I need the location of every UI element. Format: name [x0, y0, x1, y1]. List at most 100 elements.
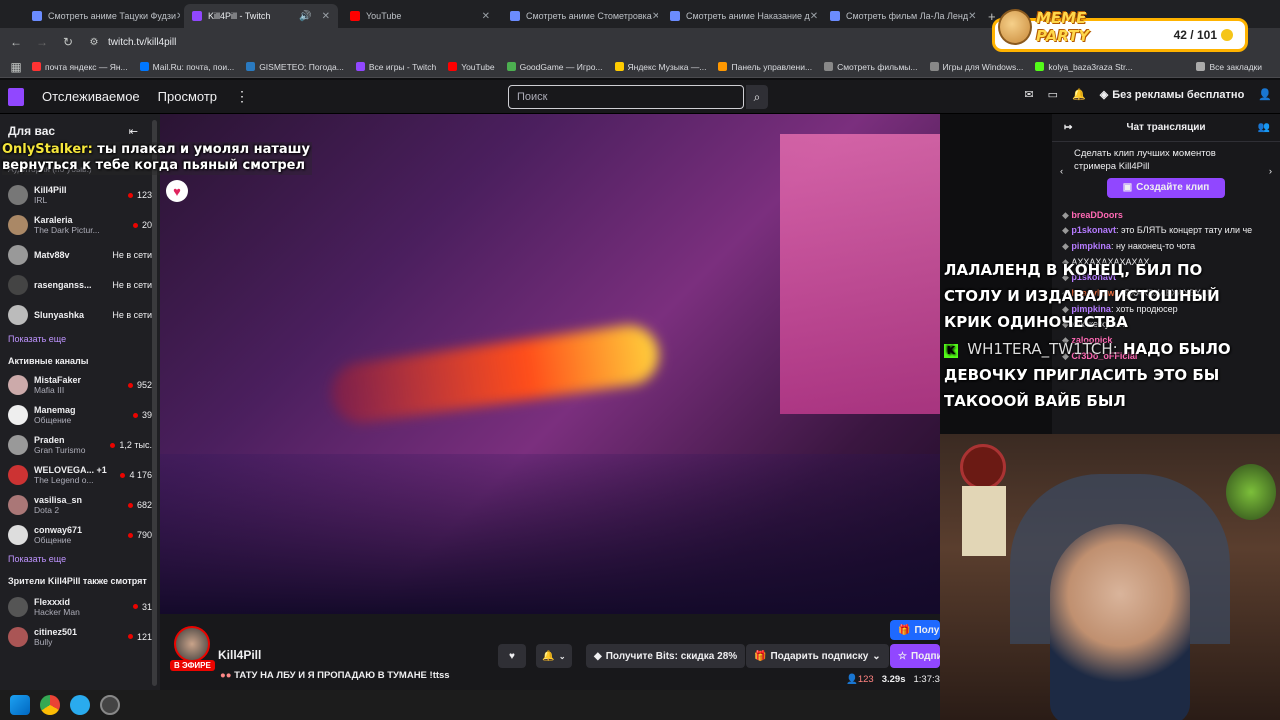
- bookmark-item[interactable]: kolya_baza3raza Str...: [1035, 62, 1132, 72]
- streamer-figure: [1050, 524, 1190, 720]
- skull-medal-icon: [1226, 464, 1276, 520]
- bookmark-item[interactable]: GoodGame — Игро...: [506, 62, 603, 72]
- get-button[interactable]: 🎁 Полу: [890, 620, 940, 640]
- browser-tab[interactable]: YouTube ✕: [342, 4, 498, 28]
- site-info-icon[interactable]: ⚙: [84, 37, 104, 48]
- collapse-chat-icon[interactable]: ↦: [1064, 122, 1072, 133]
- gift-sub-button[interactable]: 🎁 Подарить подписку ⌄: [746, 644, 889, 668]
- channel-info: citinez501 Bully: [34, 627, 128, 647]
- live-badge: В ЭФИРЕ: [170, 660, 215, 671]
- arrow-left-icon[interactable]: ‹: [1060, 166, 1063, 179]
- show-more-link[interactable]: Показать еще: [0, 330, 160, 348]
- channel-item[interactable]: MistaFaker Mafia III 952: [0, 370, 160, 400]
- bookmark-favicon: [246, 62, 256, 71]
- close-tab-icon[interactable]: ✕: [810, 11, 818, 22]
- bits-button[interactable]: ◆ Получите Bits: скидка 28%: [586, 644, 746, 668]
- crowd: [160, 454, 940, 614]
- channel-item[interactable]: vasilisa_sn Dota 2 682: [0, 490, 160, 520]
- bookmark-item[interactable]: Mail.Ru: почта, пои...: [139, 62, 234, 72]
- twitch-logo-icon[interactable]: [8, 87, 24, 106]
- kick-icon: K: [944, 344, 958, 359]
- bookmark-item[interactable]: Смотреть фильмы...: [824, 62, 918, 72]
- back-icon[interactable]: ←: [6, 35, 26, 49]
- chat-username[interactable]: breaDDoors: [1071, 210, 1123, 220]
- channel-name: Karaleria: [34, 215, 73, 225]
- collapse-sidebar-icon[interactable]: ⇤: [129, 125, 138, 138]
- create-clip-button[interactable]: ▣ Создайте клип: [1107, 177, 1225, 198]
- channel-avatar: [8, 465, 28, 485]
- viewer-count-text: 952: [136, 380, 152, 390]
- channel-item[interactable]: Flexxxid Hacker Man 31: [0, 592, 160, 622]
- channel-info: WELOVEGA... +1 The Legend o...: [34, 465, 120, 485]
- users-icon[interactable]: 👥: [1258, 122, 1270, 133]
- forward-icon[interactable]: →: [32, 35, 52, 49]
- search-input[interactable]: Поиск: [508, 85, 744, 109]
- channel-item[interactable]: Slunyashka Не в сети: [0, 300, 160, 330]
- tab-favicon: [830, 11, 840, 21]
- channel-item[interactable]: Kill4Pill IRL 123: [0, 180, 160, 210]
- speaker-icon[interactable]: 🔊: [299, 11, 311, 22]
- no-ads-button[interactable]: ◈ Без рекламы бесплатно: [1100, 88, 1245, 102]
- channel-item[interactable]: Matv88v Не в сети: [0, 240, 160, 270]
- streamer-name[interactable]: Kill4Pill: [218, 648, 261, 662]
- bookmark-item[interactable]: YouTube: [448, 62, 495, 72]
- bookmark-item[interactable]: Все игры - Twitch: [355, 62, 436, 72]
- close-tab-icon[interactable]: ✕: [482, 11, 490, 22]
- live-dot-icon: [132, 222, 138, 228]
- windows-start-icon[interactable]: [10, 695, 30, 715]
- channel-item[interactable]: rasenganss... Не в сети: [0, 270, 160, 300]
- donation-user: OnlyStalker:: [2, 142, 93, 157]
- streamer-avatar[interactable]: [174, 626, 210, 662]
- chat-text: ну наконец-то чота: [1115, 241, 1196, 251]
- close-tab-icon[interactable]: ✕: [968, 11, 976, 22]
- bookmark-item[interactable]: Панель управлени...: [718, 62, 812, 72]
- close-tab-icon[interactable]: ✕: [652, 11, 658, 22]
- whispers-icon[interactable]: ▭: [1048, 88, 1058, 101]
- show-more-link[interactable]: Показать еще: [0, 550, 160, 568]
- search-icon[interactable]: ⌕: [746, 85, 768, 109]
- nav-following[interactable]: Отслеживаемое: [42, 89, 140, 104]
- follow-heart-button[interactable]: ♥: [498, 644, 526, 668]
- apps-icon[interactable]: ▦: [6, 60, 26, 74]
- channel-name: Flexxxid: [34, 596, 71, 607]
- channel-item[interactable]: WELOVEGA... +1 The Legend o... 4 176: [0, 460, 160, 490]
- browser-tab[interactable]: Смотреть фильм Ла-Ла Ленд ✕: [822, 4, 978, 28]
- close-tab-icon[interactable]: ✕: [176, 11, 180, 22]
- bookmark-item[interactable]: GISMETEO: Погода...: [246, 62, 344, 72]
- notifications-icon[interactable]: 🔔: [1072, 88, 1086, 101]
- inbox-icon[interactable]: ✉: [1024, 88, 1033, 101]
- sidebar-scrollbar[interactable]: [152, 120, 157, 686]
- chat-username[interactable]: p1skonavt: [1071, 225, 1116, 235]
- reload-icon[interactable]: ↻: [58, 35, 78, 49]
- channel-item[interactable]: Karaleria The Dark Pictur... 20: [0, 210, 160, 240]
- browser-tab[interactable]: Смотреть аниме Стометровка ✕: [502, 4, 658, 28]
- channel-name: MistaFaker: [34, 375, 82, 385]
- channel-item[interactable]: citinez501 Bully 121: [0, 622, 160, 652]
- subscribe-button[interactable]: ☆ Подпи: [890, 644, 940, 668]
- bookmark-item[interactable]: Игры для Windows...: [929, 62, 1023, 72]
- channel-item[interactable]: Manemag Общение 39: [0, 400, 160, 430]
- browser-tab-active[interactable]: Kill4Pill - Twitch 🔊 ✕: [184, 4, 338, 28]
- browser-tab[interactable]: Смотреть аниме Наказание д ✕: [662, 4, 818, 28]
- browser-tab[interactable]: Смотреть аниме Тацуки Фудзи✕: [24, 4, 180, 28]
- chat-username[interactable]: pimpkina: [1071, 241, 1111, 251]
- viewer-count: 1,2 тыс.: [110, 440, 152, 450]
- app-icon[interactable]: [100, 695, 120, 715]
- nav-browse[interactable]: Просмотр: [158, 89, 217, 104]
- bookmark-item[interactable]: Яндекс Музыка —...: [614, 62, 706, 72]
- telegram-icon[interactable]: [70, 695, 90, 715]
- close-tab-icon[interactable]: ✕: [322, 11, 330, 22]
- user-avatar[interactable]: 👤: [1258, 88, 1272, 101]
- more-menu-icon[interactable]: ⋮: [235, 88, 249, 105]
- all-bookmarks[interactable]: Все закладки: [1196, 62, 1262, 72]
- bookmark-item[interactable]: почта яндекс — Ян...: [32, 62, 128, 72]
- channel-avatar: [8, 275, 28, 295]
- caption-text: ЛАЛАЛЕНД В КОНЕЦ, БИЛ ПО СТОЛУ И ИЗДАВАЛ…: [944, 261, 1220, 331]
- notifications-toggle[interactable]: 🔔 ⌄: [536, 644, 572, 668]
- channel-item[interactable]: conway671 Общение 790: [0, 520, 160, 550]
- video-player[interactable]: ♥: [160, 114, 940, 614]
- url-field[interactable]: twitch.tv/kill4pill: [108, 37, 176, 48]
- chrome-icon[interactable]: [40, 695, 60, 715]
- arrow-right-icon[interactable]: ›: [1269, 166, 1272, 179]
- channel-item[interactable]: Praden Gran Turismo 1,2 тыс.: [0, 430, 160, 460]
